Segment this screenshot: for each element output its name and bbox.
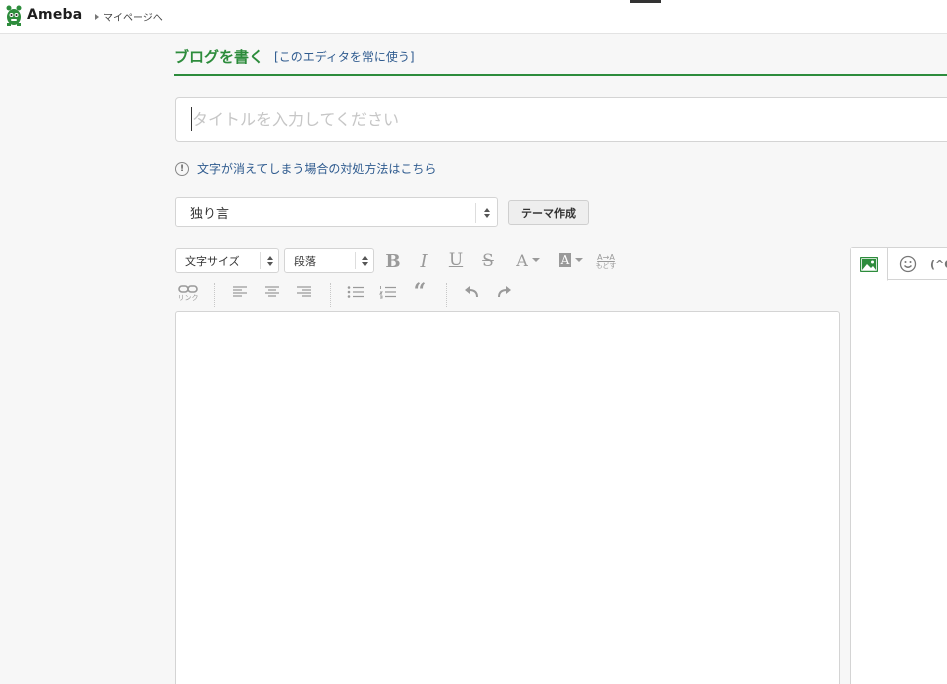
blockquote-button[interactable]: “ (410, 279, 430, 305)
link-label: リンク (177, 294, 199, 302)
toolbar-separator (446, 283, 447, 307)
ameba-logo[interactable]: Ameba (4, 4, 82, 26)
align-left-icon (233, 286, 247, 297)
toolbar-separator (214, 283, 215, 307)
bullet-list-button[interactable] (346, 284, 366, 300)
mypage-link-label: マイページへ (103, 13, 163, 24)
mypage-link[interactable]: マイページへ (95, 9, 163, 24)
font-size-select-value: 文字サイズ (185, 254, 240, 268)
chevron-down-icon (575, 258, 584, 262)
background-color-button[interactable]: A (554, 248, 588, 272)
redo-button[interactable] (495, 284, 513, 300)
undo-icon (465, 286, 478, 298)
theme-select[interactable]: 独り言 (175, 197, 498, 227)
create-theme-button[interactable]: テーマ作成 (508, 200, 589, 225)
paragraph-select[interactable]: 段落 (284, 248, 374, 273)
paragraph-select-value: 段落 (294, 254, 316, 268)
tab-image[interactable] (851, 248, 888, 281)
chevron-down-icon (531, 258, 540, 262)
bullet-list-icon (347, 286, 364, 298)
tab-emoji[interactable] (893, 248, 923, 280)
top-indicator (630, 0, 661, 3)
strikethrough-button[interactable]: S (478, 249, 498, 273)
align-right-button[interactable] (295, 284, 313, 300)
align-right-icon (297, 286, 311, 297)
numbered-list-icon (379, 286, 396, 299)
select-arrows-icon (475, 203, 497, 223)
italic-button[interactable]: I (414, 249, 434, 273)
title-field[interactable] (175, 97, 947, 142)
notice-text: 文字が消えてしまう場合の対処方法はこちら (197, 162, 437, 176)
reset-format-label-bottom: もどす (595, 261, 617, 270)
reset-format-button[interactable]: A→A もどす (593, 249, 619, 273)
logo-text: Ameba (27, 7, 83, 23)
always-use-editor-link[interactable]: [このエディタを常に使う] (274, 48, 415, 65)
header-bar: Ameba マイページへ (0, 0, 947, 34)
align-center-button[interactable] (263, 284, 281, 300)
side-panel: (^O (850, 247, 947, 684)
reset-format-label-top: A→A (597, 252, 615, 262)
redo-icon (498, 286, 511, 298)
image-icon (860, 256, 878, 272)
underline-button[interactable]: U (445, 248, 467, 272)
link-button[interactable]: リンク (176, 282, 200, 304)
background-color-label: A (558, 253, 572, 267)
bold-button[interactable]: B (383, 249, 403, 273)
ameba-mascot-icon (6, 5, 22, 26)
select-arrows-icon (355, 252, 373, 269)
font-color-label: A (516, 250, 528, 270)
notice-link[interactable]: ! 文字が消えてしまう場合の対処方法はこちら (175, 160, 436, 177)
font-color-button[interactable]: A (512, 248, 544, 272)
theme-select-value: 独り言 (190, 206, 230, 222)
smiley-icon (899, 255, 917, 273)
numbered-list-button[interactable] (378, 284, 398, 300)
info-icon: ! (175, 161, 189, 176)
page-title: ブログを書く (174, 48, 265, 66)
title-input[interactable] (176, 98, 947, 141)
triangle-right-icon (95, 13, 99, 20)
toolbar-separator (330, 283, 331, 307)
link-icon (178, 285, 198, 293)
page-heading: ブログを書く [このエディタを常に使う] (174, 45, 947, 76)
text-caret (191, 107, 192, 131)
font-size-select[interactable]: 文字サイズ (175, 248, 279, 273)
blog-body-editor[interactable] (175, 311, 840, 684)
align-center-icon (265, 286, 279, 297)
undo-button[interactable] (463, 284, 481, 300)
align-left-button[interactable] (231, 284, 249, 300)
select-arrows-icon (260, 252, 278, 269)
tab-kaomoji[interactable]: (^O (930, 248, 947, 280)
